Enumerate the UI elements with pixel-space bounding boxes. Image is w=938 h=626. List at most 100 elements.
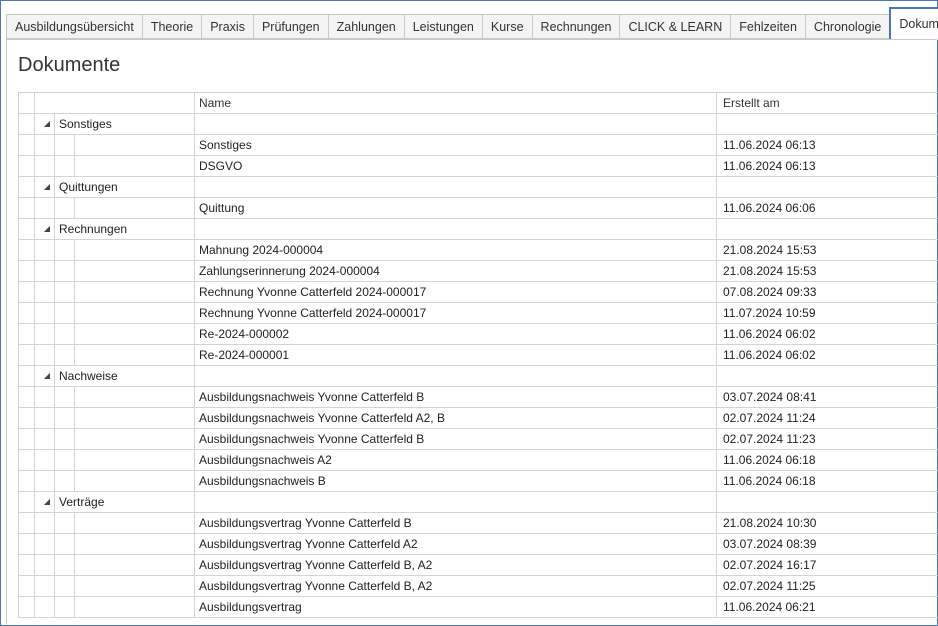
row-selector[interactable]: [19, 492, 35, 512]
row-selector[interactable]: [19, 534, 35, 554]
row-selector[interactable]: [19, 387, 35, 407]
row-selector[interactable]: [19, 429, 35, 449]
document-name[interactable]: Mahnung 2024-000004: [194, 240, 717, 260]
table-row[interactable]: Quittung 11.06.2024 06:06: [19, 198, 938, 219]
group-row[interactable]: ◢ Rechnungen: [19, 219, 938, 240]
tab-rechnungen[interactable]: Rechnungen: [531, 14, 620, 39]
tab-chronologie[interactable]: Chronologie: [804, 14, 890, 39]
row-selector[interactable]: [19, 135, 35, 155]
document-name[interactable]: DSGVO: [194, 156, 717, 176]
collapse-icon[interactable]: ◢: [39, 219, 55, 239]
row-selector[interactable]: [19, 471, 35, 491]
table-row[interactable]: Sonstiges 11.06.2024 06:13: [19, 135, 938, 156]
column-header-name[interactable]: Name: [194, 93, 717, 113]
row-selector[interactable]: [19, 261, 35, 281]
document-created: 02.07.2024 16:17: [723, 558, 817, 572]
document-name[interactable]: Sonstiges: [194, 135, 717, 155]
document-name[interactable]: Re-2024-000002: [194, 324, 717, 344]
tab-pruefungen[interactable]: Prüfungen: [252, 14, 328, 39]
document-name[interactable]: Ausbildungsvertrag Yvonne Catterfeld B, …: [194, 555, 717, 575]
table-row[interactable]: Ausbildungsvertrag Yvonne Catterfeld B 21…: [19, 513, 938, 534]
tab-divider: [6, 39, 937, 40]
row-selector[interactable]: [19, 198, 35, 218]
row-selector[interactable]: [19, 555, 35, 575]
column-header-created[interactable]: Erstellt am: [719, 93, 780, 113]
indent-line: [54, 576, 55, 596]
document-name[interactable]: Ausbildungsnachweis A2: [194, 450, 717, 470]
collapse-icon[interactable]: ◢: [39, 177, 55, 197]
table-row[interactable]: Ausbildungsnachweis Yvonne Catterfeld B 0…: [19, 429, 938, 450]
tab-dokumente[interactable]: Dokumente: [889, 7, 938, 40]
indent-line: [74, 282, 75, 302]
document-name[interactable]: Ausbildungsvertrag Yvonne Catterfeld A2: [194, 534, 717, 554]
table-row[interactable]: Ausbildungsnachweis A2 11.06.2024 06:18: [19, 450, 938, 471]
row-selector[interactable]: [19, 345, 35, 365]
indent-line: [74, 135, 75, 155]
tab-theorie[interactable]: Theorie: [141, 14, 202, 39]
row-selector[interactable]: [19, 240, 35, 260]
tab-praxis[interactable]: Praxis: [201, 14, 253, 39]
document-created: 07.08.2024 09:33: [723, 285, 817, 299]
table-row[interactable]: Ausbildungsnachweis Yvonne Catterfeld B 0…: [19, 387, 938, 408]
document-created: 11.06.2024 06:13: [723, 138, 816, 152]
row-selector[interactable]: [19, 282, 35, 302]
document-name[interactable]: Rechnung Yvonne Catterfeld 2024-000017: [194, 282, 717, 302]
row-selector[interactable]: [19, 408, 35, 428]
row-selector[interactable]: [19, 219, 35, 239]
document-name[interactable]: Ausbildungsnachweis Yvonne Catterfeld A2…: [194, 408, 717, 428]
table-row[interactable]: Ausbildungsvertrag 11.06.2024 06:21: [19, 597, 938, 618]
row-selector[interactable]: [19, 177, 35, 197]
row-selector[interactable]: [19, 450, 35, 470]
table-row[interactable]: Zahlungserinnerung 2024-000004 21.08.2024…: [19, 261, 938, 282]
table-row[interactable]: Rechnung Yvonne Catterfeld 2024-000017 07…: [19, 282, 938, 303]
tab-zahlungen[interactable]: Zahlungen: [327, 14, 404, 39]
document-created: 21.08.2024 15:53: [723, 264, 817, 278]
grid-header-row: Name Erstellt am: [19, 93, 938, 114]
collapse-icon[interactable]: ◢: [39, 366, 55, 386]
table-row[interactable]: Ausbildungsnachweis Yvonne Catterfeld A2…: [19, 408, 938, 429]
collapse-icon[interactable]: ◢: [39, 114, 55, 134]
document-name[interactable]: Rechnung Yvonne Catterfeld 2024-000017: [194, 303, 717, 323]
collapse-icon[interactable]: ◢: [39, 492, 55, 512]
group-row[interactable]: ◢ Nachweise: [19, 366, 938, 387]
documents-grid[interactable]: Name Erstellt am ◢ Sonstiges Sonstiges 11.0…: [18, 92, 938, 618]
row-selector[interactable]: [19, 366, 35, 386]
row-selector[interactable]: [19, 324, 35, 344]
row-selector[interactable]: [19, 597, 35, 617]
document-name[interactable]: Ausbildungsvertrag Yvonne Catterfeld B, …: [194, 576, 717, 596]
tab-fehlzeiten[interactable]: Fehlzeiten: [730, 14, 805, 39]
table-row[interactable]: Ausbildungsvertrag Yvonne Catterfeld B, …: [19, 555, 938, 576]
document-name[interactable]: Ausbildungsvertrag Yvonne Catterfeld B: [194, 513, 717, 533]
document-name[interactable]: Ausbildungsnachweis Yvonne Catterfeld B: [194, 387, 717, 407]
row-selector[interactable]: [19, 156, 35, 176]
tab-ausbildungsuebersicht[interactable]: Ausbildungsübersicht: [6, 14, 142, 39]
indent-line: [74, 597, 75, 617]
indent-line: [54, 240, 55, 260]
row-selector[interactable]: [19, 303, 35, 323]
table-row[interactable]: Re-2024-000002 11.06.2024 06:02: [19, 324, 938, 345]
document-name[interactable]: Re-2024-000001: [194, 345, 717, 365]
group-row[interactable]: ◢ Verträge: [19, 492, 938, 513]
row-selector[interactable]: [19, 513, 35, 533]
group-row[interactable]: ◢ Quittungen: [19, 177, 938, 198]
table-row[interactable]: Ausbildungsnachweis B 11.06.2024 06:18: [19, 471, 938, 492]
document-name[interactable]: Ausbildungsnachweis B: [194, 471, 717, 491]
document-name[interactable]: Ausbildungsvertrag: [194, 597, 717, 617]
table-row[interactable]: Rechnung Yvonne Catterfeld 2024-000017 11…: [19, 303, 938, 324]
table-row[interactable]: Ausbildungsvertrag Yvonne Catterfeld A2 0…: [19, 534, 938, 555]
tab-click-and-learn[interactable]: CLICK & LEARN: [619, 14, 731, 39]
document-name[interactable]: Ausbildungsnachweis Yvonne Catterfeld B: [194, 429, 717, 449]
row-selector[interactable]: [19, 114, 35, 134]
row-selector[interactable]: [19, 576, 35, 596]
indent-line: [54, 156, 55, 176]
tab-kurse[interactable]: Kurse: [481, 14, 532, 39]
tab-bar: Ausbildungsübersicht Theorie Praxis Prüf…: [6, 7, 938, 40]
table-row[interactable]: Mahnung 2024-000004 21.08.2024 15:53: [19, 240, 938, 261]
table-row[interactable]: DSGVO 11.06.2024 06:13: [19, 156, 938, 177]
tab-leistungen[interactable]: Leistungen: [403, 14, 482, 39]
table-row[interactable]: Re-2024-000001 11.06.2024 06:02: [19, 345, 938, 366]
table-row[interactable]: Ausbildungsvertrag Yvonne Catterfeld B, …: [19, 576, 938, 597]
group-row[interactable]: ◢ Sonstiges: [19, 114, 938, 135]
document-name[interactable]: Quittung: [194, 198, 717, 218]
document-name[interactable]: Zahlungserinnerung 2024-000004: [194, 261, 717, 281]
